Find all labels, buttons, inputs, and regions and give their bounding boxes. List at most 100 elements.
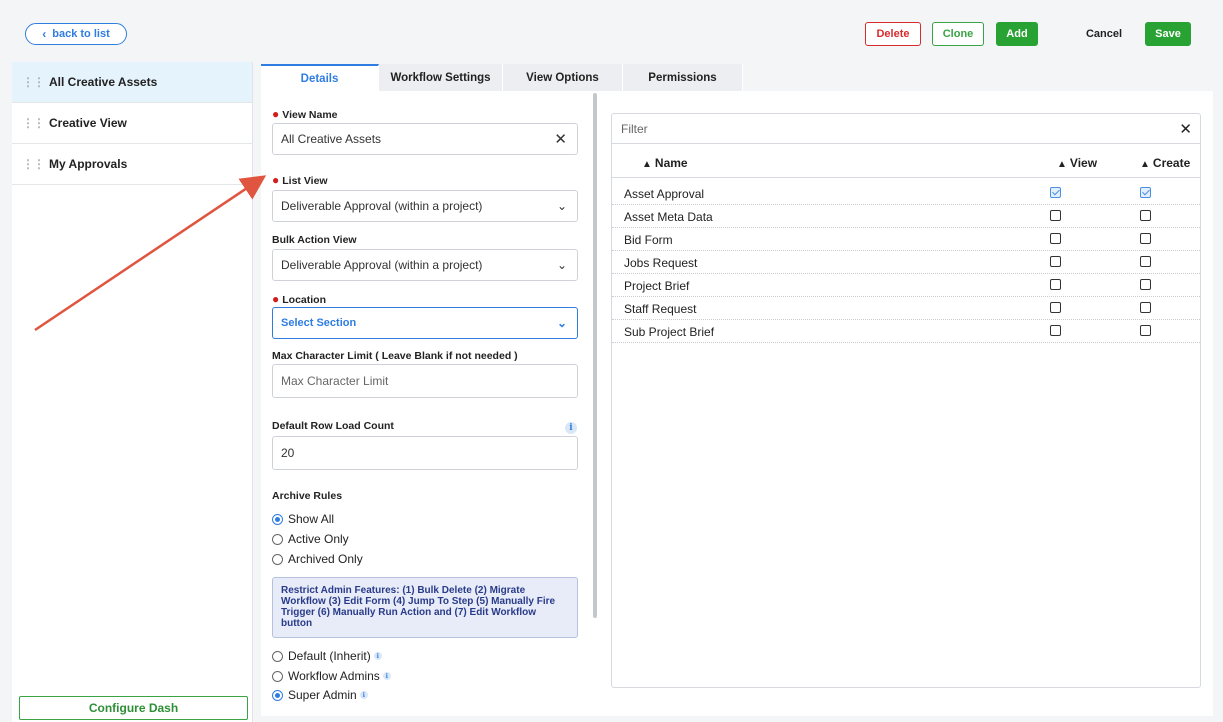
table-row: Staff Request: [612, 297, 1200, 320]
delete-button[interactable]: Delete: [865, 22, 921, 46]
radio-label: Super Admin: [288, 688, 357, 702]
drag-handle-icon[interactable]: ⋮⋮: [22, 75, 45, 89]
chevron-down-icon: ⌄: [556, 199, 567, 213]
clone-button[interactable]: Clone: [932, 22, 984, 46]
create-checkbox[interactable]: [1140, 302, 1151, 313]
create-checkbox[interactable]: [1140, 325, 1151, 336]
location-label: ● Location: [272, 292, 326, 306]
bulk-action-view-label: Bulk Action View: [272, 234, 357, 246]
info-icon[interactable]: i: [373, 652, 382, 660]
create-checkbox[interactable]: [1140, 256, 1151, 267]
sort-icon: ▲︎: [642, 159, 652, 170]
radio-button[interactable]: [272, 553, 283, 565]
restrict-admin-notice: Restrict Admin Features: (1) Bulk Delete…: [272, 577, 578, 638]
admin-radio-super-admin[interactable]: Super Admin i: [272, 688, 368, 702]
radio-button-checked[interactable]: [272, 513, 283, 525]
radio-button[interactable]: [272, 650, 283, 662]
details-panel: ● View Name All Creative Assets ✕ ● List V…: [261, 91, 1213, 716]
table-row: Sub Project Brief: [612, 320, 1200, 343]
location-select[interactable]: Select Section ⌄: [272, 307, 578, 339]
max-character-limit-label: Max Character Limit ( Leave Blank if not…: [272, 350, 518, 362]
radio-button[interactable]: [272, 670, 283, 682]
table-header: ▲︎ Name ▲︎ View ▲︎ Create: [612, 152, 1200, 178]
sort-icon: ▲︎: [1140, 159, 1150, 170]
sidebar-item-all-creative-assets[interactable]: ⋮⋮ All Creative Assets: [12, 62, 252, 103]
tab-details[interactable]: Details: [261, 64, 379, 91]
required-dot-icon: ●: [272, 173, 280, 187]
table-row: Bid Form: [612, 228, 1200, 251]
list-view-label: ● List View: [272, 173, 328, 187]
view-name-input[interactable]: All Creative Assets ✕: [272, 123, 578, 155]
radio-button[interactable]: [272, 533, 283, 545]
view-checkbox[interactable]: [1050, 187, 1061, 198]
cancel-button[interactable]: Cancel: [1080, 22, 1128, 46]
views-sidebar: ⋮⋮ All Creative Assets ⋮⋮ Creative View …: [12, 62, 253, 722]
sidebar-item-label: Creative View: [49, 116, 127, 130]
column-header-create[interactable]: ▲︎ Create: [1140, 156, 1190, 170]
list-view-select[interactable]: Deliverable Approval (within a project) …: [272, 190, 578, 222]
radio-label: Active Only: [288, 532, 349, 546]
admin-radio-default-inherit[interactable]: Default (Inherit) i: [272, 649, 382, 663]
row-name: Bid Form: [624, 233, 673, 247]
view-checkbox[interactable]: [1050, 256, 1061, 267]
max-character-limit-input[interactable]: Max Character Limit: [272, 364, 578, 398]
default-row-load-count-label: Default Row Load Count: [272, 420, 394, 432]
view-checkbox[interactable]: [1050, 210, 1061, 221]
bulk-action-view-select[interactable]: Deliverable Approval (within a project) …: [272, 249, 578, 281]
archive-rules-label: Archive Rules: [272, 490, 343, 502]
view-checkbox[interactable]: [1050, 279, 1061, 290]
radio-label: Workflow Admins: [288, 669, 380, 683]
table-row: Asset Approval: [612, 182, 1200, 205]
table-row: Project Brief: [612, 274, 1200, 297]
view-checkbox[interactable]: [1050, 325, 1061, 336]
max-character-limit-placeholder: Max Character Limit: [281, 374, 389, 388]
drag-handle-icon[interactable]: ⋮⋮: [22, 116, 45, 130]
tab-permissions[interactable]: Permissions: [623, 64, 743, 91]
sidebar-item-my-approvals[interactable]: ⋮⋮ My Approvals: [12, 144, 252, 185]
info-icon[interactable]: i: [359, 691, 368, 699]
create-checkbox[interactable]: [1140, 187, 1151, 198]
tab-view-options[interactable]: View Options: [503, 64, 623, 91]
settings-tabs: Details Workflow Settings View Options P…: [261, 64, 743, 91]
tab-workflow-settings[interactable]: Workflow Settings: [379, 64, 503, 91]
required-dot-icon: ●: [272, 107, 280, 121]
view-name-value: All Creative Assets: [281, 132, 382, 146]
bulk-action-view-value: Deliverable Approval (within a project): [281, 258, 483, 272]
archive-radio-archived-only[interactable]: Archived Only: [272, 552, 363, 566]
sidebar-item-creative-view[interactable]: ⋮⋮ Creative View: [12, 103, 252, 144]
top-toolbar: ‹ back to list Delete Clone Add Cancel S…: [0, 0, 1223, 62]
configure-dash-button[interactable]: Configure Dash: [19, 696, 248, 720]
info-icon[interactable]: i: [565, 422, 577, 434]
row-name: Jobs Request: [624, 256, 698, 270]
column-header-view[interactable]: ▲︎ View: [1057, 156, 1097, 170]
column-header-name[interactable]: ▲︎ Name: [642, 156, 688, 170]
clear-icon[interactable]: ✕: [554, 130, 567, 148]
view-name-label: ● View Name: [272, 107, 338, 121]
admin-radio-workflow-admins[interactable]: Workflow Admins i: [272, 669, 391, 683]
create-checkbox[interactable]: [1140, 210, 1151, 221]
form-scrollbar[interactable]: [593, 93, 597, 618]
filter-placeholder: Filter: [621, 121, 648, 136]
archive-radio-active-only[interactable]: Active Only: [272, 532, 349, 546]
sort-icon: ▲︎: [1057, 159, 1067, 170]
drag-handle-icon[interactable]: ⋮⋮: [22, 157, 45, 171]
archive-radio-show-all[interactable]: Show All: [272, 512, 334, 526]
permissions-table: Filter ✕ ▲︎ Name ▲︎ View ▲︎ Create Asset Ap…: [611, 113, 1201, 688]
clear-filter-icon[interactable]: ✕: [1179, 120, 1192, 138]
filter-input[interactable]: Filter ✕: [612, 114, 1200, 144]
save-button[interactable]: Save: [1145, 22, 1191, 46]
list-view-value: Deliverable Approval (within a project): [281, 199, 483, 213]
required-dot-icon: ●: [272, 292, 280, 306]
default-row-load-count-input[interactable]: 20: [272, 436, 578, 470]
radio-button-checked[interactable]: [272, 689, 283, 701]
view-checkbox[interactable]: [1050, 233, 1061, 244]
back-to-list-button[interactable]: ‹ back to list: [25, 23, 127, 45]
add-button[interactable]: Add: [996, 22, 1038, 46]
table-row: Jobs Request: [612, 251, 1200, 274]
create-checkbox[interactable]: [1140, 233, 1151, 244]
view-checkbox[interactable]: [1050, 302, 1061, 313]
chevron-down-icon: ⌄: [556, 258, 567, 272]
create-checkbox[interactable]: [1140, 279, 1151, 290]
info-icon[interactable]: i: [382, 672, 391, 680]
row-name: Project Brief: [624, 279, 690, 293]
